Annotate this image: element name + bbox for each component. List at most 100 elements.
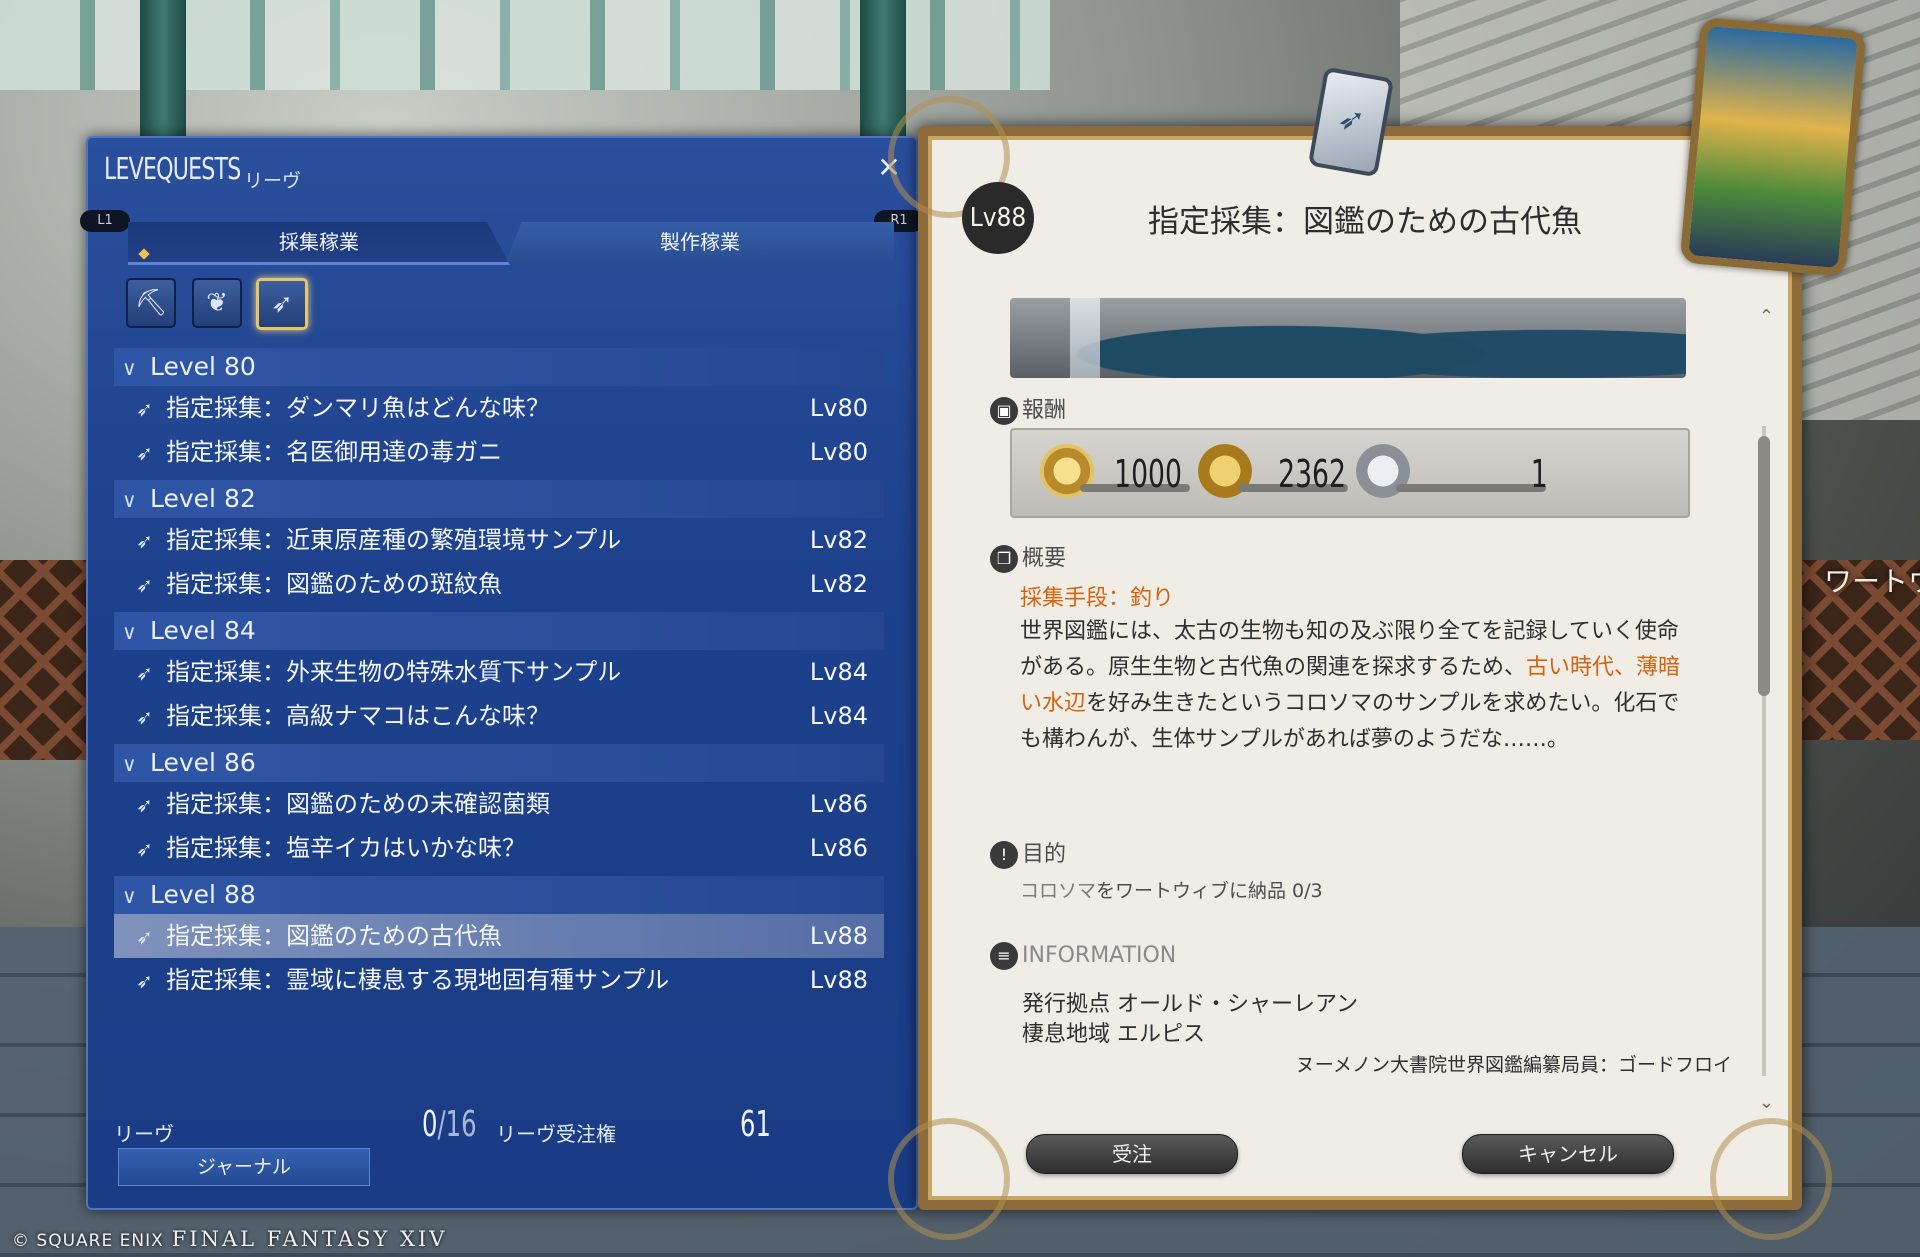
copyright-watermark: © SQUARE ENIX FINAL FANTASY XIV — [12, 1227, 448, 1251]
feather-icon: ➶ — [136, 661, 153, 685]
leve-name: 指定採集：ダンマリ魚はどんな味？ — [166, 394, 550, 422]
leve-name: 指定採集：図鑑のための未確認菌類 — [166, 790, 550, 818]
feather-icon: ➶ — [136, 441, 153, 465]
feather-icon: ➶ — [136, 969, 153, 993]
level-group-label: Level 80 — [150, 352, 256, 381]
leve-list-item[interactable]: ➶ 指定採集：外来生物の特殊水質下サンプル Lv84 — [114, 650, 884, 694]
leaf-icon: ❦ — [206, 288, 228, 318]
chest-icon: ▣ — [990, 397, 1018, 425]
leve-list-item[interactable]: ➶ 指定採集：近東原産種の繁殖環境サンプル Lv82 — [114, 518, 884, 562]
scroll-up-icon[interactable]: ⌃ — [1759, 306, 1774, 327]
leve-list-item[interactable]: ➶ 指定採集：霊域に棲息する現地固有種サンプル Lv88 — [114, 958, 884, 1002]
chevron-down-icon: ∨ — [122, 620, 137, 644]
quest-description: 世界図鑑には、太古の生物も知の及ぶ限り全てを記録していく使命がある。原生生物と古… — [1020, 619, 1681, 752]
scroll-down-icon[interactable]: ⌄ — [1759, 1092, 1774, 1113]
leve-level: Lv80 — [809, 438, 868, 466]
background-pillar — [140, 0, 186, 140]
miner-filter-button[interactable]: ⛏ — [126, 278, 176, 328]
level-group-label: Level 84 — [150, 616, 256, 645]
leves-label: リーヴ — [114, 1122, 174, 1146]
leve-name: 指定採集：図鑑のための古代魚 — [166, 922, 502, 950]
leve-level: Lv88 — [809, 966, 868, 994]
scrollbar-thumb[interactable] — [1758, 436, 1770, 696]
rewards-heading: ▣ 報酬 — [990, 392, 1066, 425]
feather-icon: ➶ — [136, 705, 153, 729]
leve-name: 指定採集：近東原産種の繁殖環境サンプル — [166, 526, 622, 554]
tab-label: 製作稼業 — [660, 230, 740, 254]
leve-level: Lv84 — [809, 658, 868, 686]
feather-icon: ➶ — [136, 793, 153, 817]
l1-shoulder-button[interactable]: L1 — [80, 210, 130, 232]
rewards-panel: 1000 2362 1 — [1010, 428, 1690, 518]
levequest-list: ∨ Level 80 ➶ 指定採集：ダンマリ魚はどんな味？ Lv80 ➶ 指定採集：名医御用… — [114, 342, 884, 1002]
tab-gathering[interactable]: 採集稼業 — [128, 222, 510, 265]
tab-crafting[interactable]: 製作稼業 — [506, 222, 894, 262]
leve-level: Lv86 — [809, 834, 868, 862]
frame-ornament — [1710, 1118, 1832, 1240]
level-group-header[interactable]: ∨ Level 82 — [114, 480, 884, 518]
leve-list-item[interactable]: ➶ 指定採集：高級ナマコはこんな味？ Lv84 — [114, 694, 884, 738]
leve-name: 指定採集：塩辛イカはいかな味？ — [166, 834, 526, 862]
fisher-filter-button[interactable]: ➶ — [256, 278, 308, 330]
chevron-down-icon: ∨ — [122, 488, 137, 512]
issued-location: 発行拠点 オールド・シャーレアン — [1022, 992, 1359, 1017]
quest-banner-image — [1010, 298, 1686, 378]
leve-list-item[interactable]: ➶ 指定採集：ダンマリ魚はどんな味？ Lv80 — [114, 386, 884, 430]
waterfall — [1070, 298, 1100, 378]
botanist-filter-button[interactable]: ❦ — [192, 278, 242, 328]
accept-button[interactable]: 受注 — [1026, 1134, 1238, 1174]
leve-level: Lv84 — [809, 702, 868, 730]
leve-list-item[interactable]: ➶ 指定採集：図鑑のための斑紋魚 Lv82 — [114, 562, 884, 606]
objective-heading: ! 目的 — [990, 836, 1066, 869]
leve-name: 指定採集：図鑑のための斑紋魚 — [166, 570, 502, 598]
habitat-area: 棲息地域 エルピス — [1022, 1022, 1205, 1047]
chevron-down-icon: ∨ — [122, 356, 137, 380]
document-icon: ≡ — [990, 942, 1018, 970]
quest-client: ヌーメノン大書院世界図鑑編纂局員：ゴードフロイ — [1295, 1054, 1732, 1076]
level-badge: Lv88 — [962, 182, 1034, 254]
exp-reward: 1000 — [1040, 444, 1190, 500]
leve-level: Lv82 — [809, 570, 868, 598]
exclamation-icon: ! — [990, 841, 1018, 869]
cancel-button[interactable]: キャンセル — [1462, 1134, 1674, 1174]
level-group-header[interactable]: ∨ Level 80 — [114, 348, 884, 386]
exp-value: 1000 — [1114, 452, 1182, 496]
allowance-label: リーヴ受注権 — [496, 1122, 616, 1146]
level-group-label: Level 86 — [150, 748, 256, 777]
quest-detail-window: Lv88 指定採集：図鑑のための古代魚 ▣ 報酬 1000 2362 1 ❒ 概要 … — [888, 96, 1832, 1240]
pickaxe-icon: ⛏ — [134, 288, 168, 318]
leve-name: 指定採集：霊域に棲息する現地固有種サンプル — [166, 966, 670, 994]
quest-title: 指定採集：図鑑のための古代魚 — [1148, 204, 1582, 240]
objective-text: コロソマをワートウィブに納品 0/3 — [1020, 880, 1323, 902]
book-icon: ❒ — [990, 545, 1018, 573]
window-title: LEVEQUESTS — [104, 152, 241, 187]
tab-label: 採集稼業 — [279, 230, 359, 254]
feather-icon: ➶ — [271, 289, 293, 319]
feather-icon: ➶ — [136, 925, 153, 949]
leve-card-art — [1679, 17, 1867, 277]
leve-list-item[interactable]: ➶ 指定採集：図鑑のための未確認菌類 Lv86 — [114, 782, 884, 826]
background-sign: ワートウィブ — [1824, 565, 1920, 598]
leve-list-item[interactable]: ➶ 指定採集：名医御用達の毒ガニ Lv80 — [114, 430, 884, 474]
feather-icon: ➶ — [136, 397, 153, 421]
leve-name: 指定採集：名医御用達の毒ガニ — [166, 438, 502, 466]
leve-list-item[interactable]: ➶ 指定採集：塩辛イカはいかな味？ Lv86 — [114, 826, 884, 870]
level-group-header[interactable]: ∨ Level 88 — [114, 876, 884, 914]
seal-value: 1 — [1531, 452, 1548, 496]
chevron-down-icon: ∨ — [122, 884, 137, 908]
journal-button[interactable]: ジャーナル — [118, 1148, 370, 1186]
window-subtitle: リーヴ — [244, 170, 302, 192]
feather-icon: ➶ — [136, 837, 153, 861]
leve-name: 指定採集：高級ナマコはこんな味？ — [166, 702, 550, 730]
background-lattice — [0, 560, 86, 760]
feather-icon: ➶ — [136, 529, 153, 553]
level-group-header[interactable]: ∨ Level 84 — [114, 612, 884, 650]
background-pillar — [860, 0, 906, 140]
feather-icon: ➶ — [136, 573, 153, 597]
allowance-value: 61 — [740, 1104, 771, 1145]
level-group-header[interactable]: ∨ Level 86 — [114, 744, 884, 782]
leve-list-item[interactable]: ➶ 指定採集：図鑑のための古代魚 Lv88 — [114, 914, 884, 958]
leve-name: 指定採集：外来生物の特殊水質下サンプル — [166, 658, 622, 686]
leve-level: Lv80 — [809, 394, 868, 422]
level-group-label: Level 82 — [150, 484, 256, 513]
